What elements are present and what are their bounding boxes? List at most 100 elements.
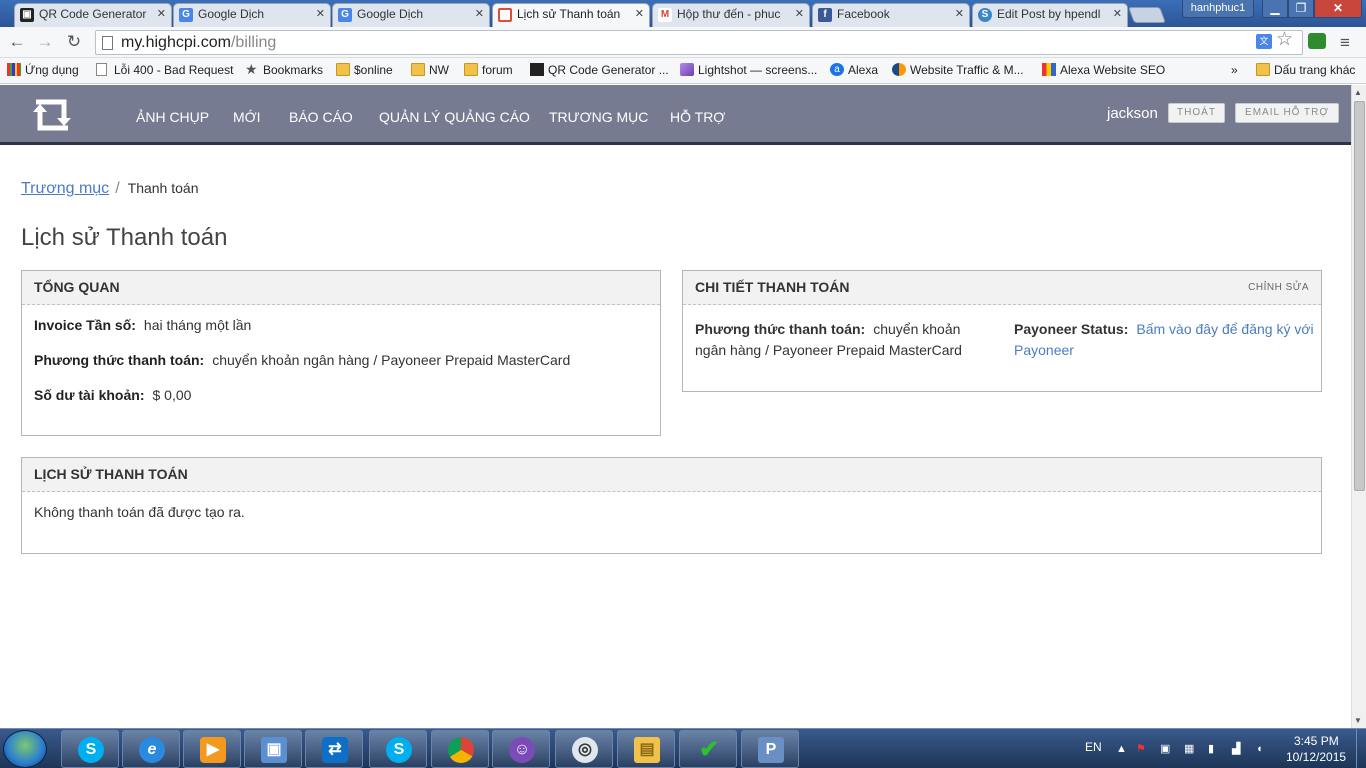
- forward-icon[interactable]: →: [33, 31, 57, 53]
- support-email-button[interactable]: EMAIL HỖ TRỢ: [1235, 103, 1339, 123]
- signal-icon[interactable]: ▟: [1232, 743, 1244, 755]
- taskbar-chrome[interactable]: [431, 730, 489, 768]
- show-hidden-icons-icon[interactable]: ▲: [1116, 743, 1128, 755]
- clock-time[interactable]: 3:45 PM: [1294, 734, 1339, 748]
- close-icon[interactable]: ✕: [1113, 7, 1122, 20]
- maximize-icon[interactable]: ❐: [1288, 0, 1314, 18]
- scrollbar-thumb[interactable]: [1354, 101, 1365, 491]
- nav-quan-ly-quang-cao[interactable]: QUẢN LÝ QUẢNG CÁO: [379, 109, 530, 125]
- taskbar-skype[interactable]: S: [61, 730, 119, 768]
- scroll-up-icon[interactable]: ▲: [1354, 88, 1362, 97]
- bookmark-label: Alexa: [848, 63, 879, 77]
- other-bookmarks[interactable]: Dấu trang khác: [1256, 62, 1355, 80]
- field-value: hai tháng một lần: [143, 317, 252, 333]
- window-close-icon[interactable]: ✕: [1314, 0, 1362, 18]
- chart-icon: [1042, 63, 1056, 76]
- bookmark-qr[interactable]: QR Code Generator ...: [530, 62, 669, 80]
- nav-truong-muc[interactable]: TRƯƠNG MỤC: [549, 109, 648, 125]
- menu-icon[interactable]: ≡: [1340, 33, 1350, 53]
- field-label: Invoice Tần số:: [34, 317, 136, 333]
- back-icon[interactable]: ←: [5, 31, 29, 53]
- minimize-icon[interactable]: ▁: [1262, 0, 1288, 18]
- bookmark-label: forum: [482, 63, 513, 77]
- tab-google-dich-2[interactable]: G Google Dịch ✕: [332, 3, 490, 27]
- clock-date[interactable]: 10/12/2015: [1286, 750, 1346, 764]
- close-icon[interactable]: ✕: [795, 7, 804, 20]
- close-icon[interactable]: ✕: [157, 7, 166, 20]
- highcpi-icon: [498, 8, 512, 22]
- taskbar-checkmark[interactable]: ✔: [679, 730, 737, 768]
- nav-ho-tro[interactable]: HỖ TRỢ: [670, 109, 725, 125]
- action-center-icon[interactable]: ⚑: [1136, 743, 1148, 755]
- taskbar-media-player[interactable]: ▶: [183, 730, 241, 768]
- new-tab-button[interactable]: [1128, 7, 1166, 23]
- logo[interactable]: [30, 92, 74, 138]
- bookmark-label: Alexa Website SEO: [1060, 63, 1166, 77]
- payment-history-panel: LỊCH SỬ THANH TOÁN Không thanh toán đã đ…: [21, 457, 1322, 554]
- bookmark-alexa-seo[interactable]: Alexa Website SEO: [1042, 62, 1165, 80]
- gmail-icon: M: [658, 8, 672, 22]
- field-label: Phương thức thanh toán:: [695, 321, 866, 337]
- taskbar-skype-2[interactable]: S: [369, 730, 427, 768]
- history-heading: LỊCH SỬ THANH TOÁN: [22, 458, 1321, 492]
- chrome-icon: [448, 737, 474, 763]
- vertical-scrollbar[interactable]: ▲ ▼: [1351, 85, 1366, 728]
- bookmark-forum[interactable]: forum: [464, 62, 513, 80]
- tab-lich-su-thanh-toan[interactable]: Lịch sử Thanh toán ✕: [492, 3, 650, 27]
- tab-title: Edit Post by hpendl: [997, 7, 1101, 21]
- monitor-icon[interactable]: ▦: [1184, 743, 1196, 755]
- payment-details-header: CHI TIẾT THANH TOÁN CHỈNH SỬA: [683, 271, 1321, 305]
- profile-button[interactable]: hanhphuc1: [1182, 0, 1254, 18]
- bookmark-lightshot[interactable]: Lightshot — screens...: [680, 62, 817, 80]
- bookmark-alexa[interactable]: a Alexa: [830, 62, 878, 80]
- close-icon[interactable]: ✕: [316, 7, 325, 20]
- device-icon[interactable]: ▮: [1208, 743, 1220, 755]
- reload-icon[interactable]: ↻: [62, 31, 86, 53]
- breadcrumb-parent-link[interactable]: Trương mục: [21, 180, 109, 197]
- tab-title: Hộp thư đến - phuc: [677, 7, 781, 21]
- taskbar-weibo[interactable]: ◎: [555, 730, 613, 768]
- bookmark-bad-request[interactable]: Lỗi 400 - Bad Request: [96, 62, 233, 80]
- taskbar-network[interactable]: ▣: [244, 730, 302, 768]
- taskbar-remote-desktop[interactable]: P: [741, 730, 799, 768]
- show-desktop-button[interactable]: [1356, 729, 1366, 768]
- field-value: chuyển khoản ngân hàng / Payoneer Prepai…: [212, 352, 571, 368]
- bookmark-star-icon[interactable]: ☆: [1276, 28, 1293, 51]
- bookmark-label: Lỗi 400 - Bad Request: [114, 63, 234, 77]
- bookmark-bookmarks[interactable]: ★ Bookmarks: [245, 62, 323, 80]
- start-button[interactable]: [3, 730, 47, 768]
- close-icon[interactable]: ✕: [635, 7, 644, 20]
- taskbar-explorer[interactable]: ▤: [617, 730, 675, 768]
- nav-bao-cao[interactable]: BÁO CÁO: [289, 109, 353, 125]
- tab-qr-code-generator[interactable]: ▣ QR Code Generator ✕: [14, 3, 172, 27]
- lightshot-icon: [680, 63, 694, 76]
- bookmark-nw[interactable]: NW: [411, 62, 449, 80]
- nav-moi[interactable]: MỚI: [233, 109, 261, 125]
- tab-edit-post[interactable]: S Edit Post by hpendl ✕: [972, 3, 1128, 27]
- bookmark-online[interactable]: $online: [336, 62, 393, 80]
- volume-icon[interactable]: ◖: [1256, 743, 1268, 755]
- edit-button[interactable]: CHỈNH SỬA: [1248, 282, 1309, 293]
- bookmarks-overflow[interactable]: »: [1223, 62, 1238, 80]
- checkmark-icon: ✔: [698, 736, 720, 763]
- taskbar-yahoo-messenger[interactable]: ☺: [492, 730, 550, 768]
- taskbar-teamviewer[interactable]: ⇄: [305, 730, 363, 768]
- close-icon[interactable]: ✕: [955, 7, 964, 20]
- username[interactable]: jackson: [1107, 105, 1158, 122]
- bookmark-apps[interactable]: Ứng dụng: [7, 62, 79, 80]
- tab-google-dich-1[interactable]: G Google Dịch ✕: [173, 3, 331, 27]
- tab-gmail[interactable]: M Hộp thư đến - phuc ✕: [652, 3, 810, 27]
- bookmark-website-traffic[interactable]: Website Traffic & M...: [892, 62, 1024, 80]
- close-icon[interactable]: ✕: [475, 7, 484, 20]
- logout-button[interactable]: THOÁT: [1168, 103, 1225, 123]
- nav-anh-chup[interactable]: ẢNH CHỤP: [136, 109, 209, 125]
- extension-icon[interactable]: [1308, 33, 1326, 49]
- tab-facebook[interactable]: f Facebook ✕: [812, 3, 970, 27]
- payment-details-panel: CHI TIẾT THANH TOÁN CHỈNH SỬA Phương thứ…: [682, 270, 1322, 392]
- translate-icon[interactable]: 文: [1256, 34, 1272, 49]
- display-icon[interactable]: ▣: [1160, 743, 1172, 755]
- scroll-down-icon[interactable]: ▼: [1354, 716, 1362, 725]
- taskbar-ie[interactable]: e: [122, 730, 180, 768]
- address-bar[interactable]: my.highcpi.com/billing: [95, 30, 1303, 55]
- language-indicator[interactable]: EN: [1085, 740, 1102, 754]
